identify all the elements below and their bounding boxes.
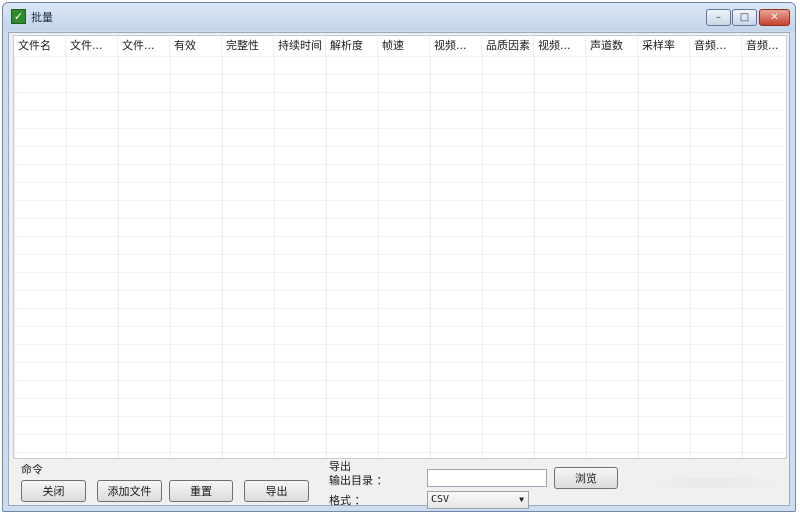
client-area: 文件名 文件... 文件... 有效 完整性 持续时间 解析度 帧速 视频...… (8, 32, 790, 509)
column-header-audio-2[interactable]: 音频... (742, 36, 786, 56)
window-title: 批量 (31, 11, 53, 24)
browse-button[interactable]: 浏览 (554, 467, 618, 489)
column-header-sample-rate[interactable]: 采样率 (638, 36, 690, 56)
batch-window: ✓ 批量 – □ ✕ 文件名 文件... 文件... 有效 完整性 持续时间 解… (2, 2, 796, 512)
title-bar[interactable]: ✓ 批量 – □ ✕ (3, 3, 795, 31)
format-label: 格式 ： (329, 494, 366, 507)
minimize-button[interactable]: – (706, 9, 731, 26)
close-window-button[interactable]: ✕ (759, 9, 790, 26)
column-header-video-1[interactable]: 视频... (430, 36, 482, 56)
table-header: 文件名 文件... 文件... 有效 完整性 持续时间 解析度 帧速 视频...… (14, 36, 786, 57)
output-dir-input[interactable] (427, 469, 547, 487)
blank-region (649, 478, 789, 488)
column-header-file-3[interactable]: 文件... (118, 36, 170, 56)
column-header-resolution[interactable]: 解析度 (326, 36, 378, 56)
export-button[interactable]: 导出 (244, 480, 309, 502)
table-body[interactable] (14, 56, 786, 458)
column-header-file-2[interactable]: 文件... (66, 36, 118, 56)
column-header-valid[interactable]: 有效 (170, 36, 222, 56)
column-header-quality-factor[interactable]: 品质因素 (482, 36, 534, 56)
output-dir-label: 输出目录 ： (329, 474, 388, 487)
column-header-framerate[interactable]: 帧速 (378, 36, 430, 56)
column-header-video-2[interactable]: 视频... (534, 36, 586, 56)
column-header-audio-1[interactable]: 音频... (690, 36, 742, 56)
file-list-table[interactable]: 文件名 文件... 文件... 有效 完整性 持续时间 解析度 帧速 视频...… (13, 35, 787, 459)
column-header-filename[interactable]: 文件名 (14, 36, 66, 56)
command-group-label: 命令 (21, 463, 43, 476)
format-select[interactable]: CSV ▼ (427, 491, 529, 509)
column-header-duration[interactable]: 持续时间 (274, 36, 326, 56)
format-select-value: CSV (431, 494, 450, 505)
reset-button[interactable]: 重置 (169, 480, 233, 502)
app-check-icon: ✓ (11, 9, 26, 24)
chevron-down-icon: ▼ (519, 495, 524, 504)
add-file-button[interactable]: 添加文件 (97, 480, 162, 502)
close-button[interactable]: 关闭 (21, 480, 86, 502)
maximize-button[interactable]: □ (732, 9, 757, 26)
column-header-channels[interactable]: 声道数 (586, 36, 638, 56)
column-header-integrity[interactable]: 完整性 (222, 36, 274, 56)
